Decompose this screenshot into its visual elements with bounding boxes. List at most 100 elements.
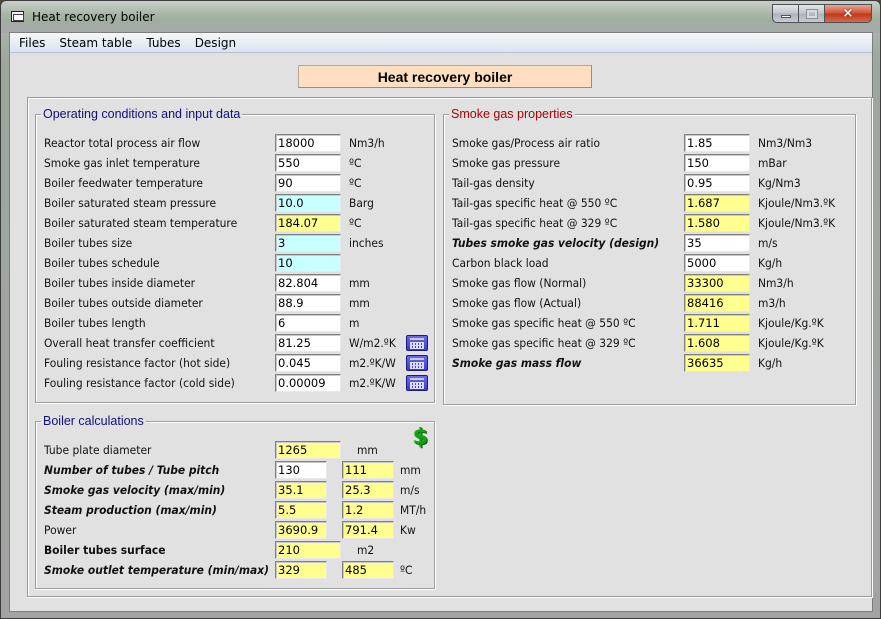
field-label: Smoke gas inlet temperature [44, 156, 200, 170]
calc-row-boiler-tubes-surface: Boiler tubes surface m2 [44, 541, 434, 559]
cost-estimate-icon[interactable]: $ [413, 426, 429, 450]
calculator-icon[interactable] [406, 335, 428, 351]
boiler-calculations-title: Boiler calculations [41, 413, 146, 429]
operating-row-boiler-tubes-inside-diameter: Boiler tubes inside diameter mm [44, 274, 434, 292]
maximize-button[interactable] [799, 4, 825, 23]
unit-label: ºC [400, 563, 413, 577]
smoke-outlet-temperature-min-max-input-2[interactable] [342, 561, 394, 579]
operating-row-boiler-tubes-outside-diameter: Boiler tubes outside diameter mm [44, 294, 434, 312]
calc-row-tube-plate-diameter: Tube plate diameter mm [44, 441, 434, 459]
page-title-banner: Heat recovery boiler [298, 65, 592, 88]
smoke-gas-specific-heat-329-c-input[interactable] [684, 334, 750, 352]
reactor-total-process-air-flow-input[interactable] [275, 134, 341, 152]
menu-files[interactable]: Files [12, 36, 52, 50]
field-label: Steam production (max/min) [44, 503, 217, 517]
tail-gas-specific-heat-329-c-input[interactable] [684, 214, 750, 232]
operating-row-smoke-gas-inlet-temperature: Smoke gas inlet temperature ºC [44, 154, 434, 172]
field-label: Smoke gas flow (Normal) [452, 276, 587, 290]
unit-label: Kw [400, 523, 416, 537]
tail-gas-specific-heat-550-c-input[interactable] [684, 194, 750, 212]
unit-label: mBar [758, 156, 787, 170]
boiler-tubes-schedule-input[interactable] [275, 254, 341, 272]
boiler-tubes-surface-input[interactable] [275, 541, 341, 559]
tail-gas-density-input[interactable] [684, 174, 750, 192]
calculator-icon[interactable] [406, 375, 428, 391]
operating-conditions-title: Operating conditions and input data [41, 106, 243, 122]
calculator-icon[interactable] [406, 355, 428, 371]
unit-label: Kg/h [758, 356, 783, 370]
smoke-gas-properties-title: Smoke gas properties [449, 106, 575, 122]
operating-row-reactor-total-process-air-flow: Reactor total process air flow Nm3/h [44, 134, 434, 152]
carbon-black-load-input[interactable] [684, 254, 750, 272]
smoke-gas-flow-normal-input[interactable] [684, 274, 750, 292]
tube-plate-diameter-input[interactable] [275, 441, 341, 459]
smoke-gas-velocity-max-min-input-2[interactable] [342, 481, 394, 499]
unit-label: mm [400, 463, 421, 477]
field-label: Fouling resistance factor (cold side) [44, 376, 235, 390]
boiler-tubes-length-input[interactable] [275, 314, 341, 332]
fouling-resistance-factor-hot-side-input[interactable] [275, 354, 341, 372]
boiler-saturated-steam-pressure-input[interactable] [275, 194, 341, 212]
unit-label: mm [349, 296, 370, 310]
operating-row-overall-heat-transfer-coefficient: Overall heat transfer coefficient W/m2.ºK [44, 334, 434, 352]
unit-label: MT/h [400, 503, 427, 517]
unit-label: m2 [357, 543, 375, 557]
boiler-tubes-outside-diameter-input[interactable] [275, 294, 341, 312]
smoke-row-smoke-gas-specific-heat-329-c: Smoke gas specific heat @ 329 ºC Kjoule/K… [452, 334, 852, 352]
boiler-tubes-inside-diameter-input[interactable] [275, 274, 341, 292]
fouling-resistance-factor-cold-side-input[interactable] [275, 374, 341, 392]
unit-label: W/m2.ºK [349, 336, 396, 350]
field-label: Boiler tubes surface [44, 543, 166, 557]
smoke-gas-velocity-max-min-input-1[interactable] [275, 481, 327, 499]
minimize-button[interactable] [772, 4, 799, 23]
menu-design[interactable]: Design [188, 36, 243, 50]
smoke-row-tail-gas-density: Tail-gas density Kg/Nm3 [452, 174, 852, 192]
smoke-gas-pressure-input[interactable] [684, 154, 750, 172]
minimize-icon [780, 15, 791, 18]
smoke-gas-mass-flow-input[interactable] [684, 354, 750, 372]
boiler-tubes-size-input[interactable] [275, 234, 341, 252]
menu-steam-table[interactable]: Steam table [52, 36, 139, 50]
app-icon [11, 11, 24, 22]
operating-row-boiler-saturated-steam-pressure: Boiler saturated steam pressure Barg [44, 194, 434, 212]
power-input-1[interactable] [275, 521, 327, 539]
unit-label: m2.ºK/W [349, 356, 396, 370]
smoke-row-smoke-gas-mass-flow: Smoke gas mass flow Kg/h [452, 354, 852, 372]
smoke-gas-inlet-temperature-input[interactable] [275, 154, 341, 172]
power-input-2[interactable] [342, 521, 394, 539]
overall-heat-transfer-coefficient-input[interactable] [275, 334, 341, 352]
field-label: Overall heat transfer coefficient [44, 336, 215, 350]
unit-label: Kjoule/Nm3.ºK [758, 216, 836, 230]
unit-label: mm [349, 276, 370, 290]
operating-row-fouling-resistance-factor-cold-side: Fouling resistance factor (cold side) m2.… [44, 374, 434, 392]
close-button[interactable]: × [825, 4, 872, 23]
steam-production-max-min-input-2[interactable] [342, 501, 394, 519]
unit-label: Nm3/h [349, 136, 385, 150]
field-label: Smoke gas/Process air ratio [452, 136, 601, 150]
number-of-tubes-tube-pitch-input-2[interactable] [342, 461, 394, 479]
smoke-row-tail-gas-specific-heat-329-c: Tail-gas specific heat @ 329 ºC Kjoule/Nm… [452, 214, 852, 232]
boiler-saturated-steam-temperature-input[interactable] [275, 214, 341, 232]
smoke-gas-process-air-ratio-input[interactable] [684, 134, 750, 152]
field-label: Smoke outlet temperature (min/max) [44, 563, 269, 577]
smoke-outlet-temperature-min-max-input-1[interactable] [275, 561, 327, 579]
field-label: Smoke gas specific heat @ 550 ºC [452, 316, 636, 330]
unit-label: Nm3/h [758, 276, 794, 290]
unit-label: ºC [349, 216, 362, 230]
operating-row-boiler-tubes-size: Boiler tubes size inches [44, 234, 434, 252]
menu-tubes[interactable]: Tubes [139, 36, 187, 50]
calc-row-steam-production-max-min: Steam production (max/min) MT/h [44, 501, 434, 519]
field-label: Number of tubes / Tube pitch [44, 463, 220, 477]
smoke-gas-flow-actual-input[interactable] [684, 294, 750, 312]
title-bar[interactable]: Heat recovery boiler × [1, 1, 880, 33]
close-icon: × [842, 6, 854, 21]
field-label: Boiler feedwater temperature [44, 176, 204, 190]
boiler-feedwater-temperature-input[interactable] [275, 174, 341, 192]
smoke-gas-specific-heat-550-c-input[interactable] [684, 314, 750, 332]
unit-label: Kjoule/Kg.ºK [758, 316, 824, 330]
unit-label: ºC [349, 176, 362, 190]
smoke-row-carbon-black-load: Carbon black load Kg/h [452, 254, 852, 272]
tubes-smoke-gas-velocity-design-input[interactable] [684, 234, 750, 252]
steam-production-max-min-input-1[interactable] [275, 501, 327, 519]
number-of-tubes-tube-pitch-input-1[interactable] [275, 461, 327, 479]
